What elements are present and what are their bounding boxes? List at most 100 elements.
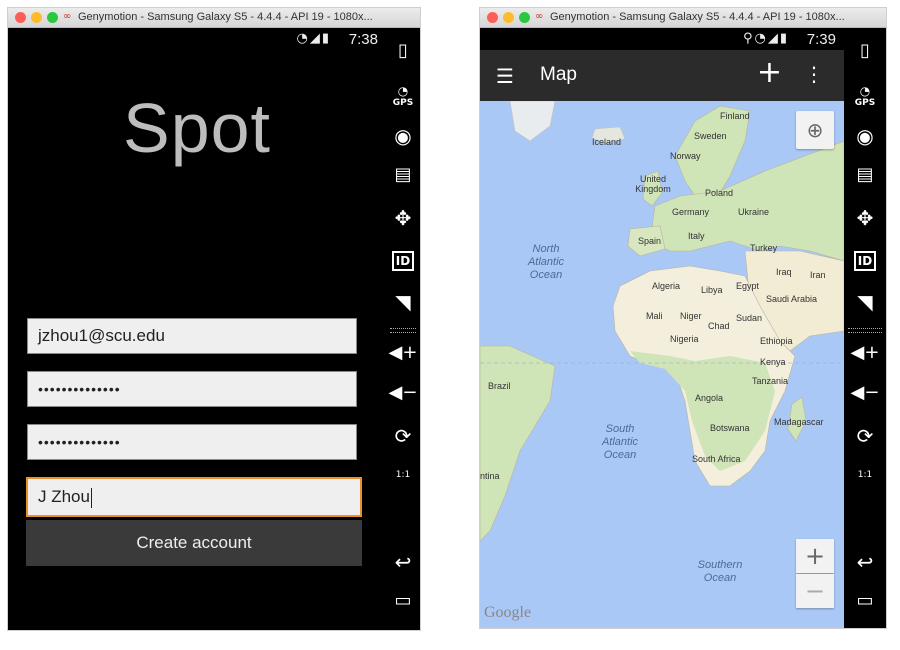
map-label: Spain xyxy=(638,236,662,246)
battery-icon[interactable]: ▯ xyxy=(386,40,420,61)
gps-label: GPS xyxy=(392,98,414,108)
map-label: Tanzania xyxy=(752,376,789,386)
map-label: Sudan xyxy=(736,313,763,323)
genymotion-sidebar: ▯ ◔ GPS ◉ ▤ ✥ ID ◥ ◀+ ◀− ⟳ 1:1 ↩ ▭ xyxy=(844,28,886,628)
webcam-icon[interactable]: ◉ xyxy=(386,124,420,148)
window-titlebar[interactable]: ∞ Genymotion - Samsung Galaxy S5 - 4.4.4… xyxy=(480,8,886,28)
emulator-window-right: ∞ Genymotion - Samsung Galaxy S5 - 4.4.4… xyxy=(480,8,886,628)
create-account-button[interactable]: Create account xyxy=(26,520,362,566)
map-label: Turkey xyxy=(750,243,778,253)
volume-up-icon[interactable]: ◀+ xyxy=(844,342,886,363)
status-time: 7:38 xyxy=(348,31,378,48)
zoom-in-icon[interactable]: + xyxy=(796,539,834,573)
recent-apps-icon[interactable]: ▭ xyxy=(844,590,886,611)
cast-icon[interactable]: ◥ xyxy=(386,290,420,314)
back-icon[interactable]: ↩ xyxy=(844,550,886,574)
battery-icon[interactable]: ▯ xyxy=(844,40,886,61)
map-label: Madagascar xyxy=(774,417,824,427)
zoom-window-button[interactable] xyxy=(47,12,58,23)
name-field[interactable]: J Zhou xyxy=(26,477,362,517)
pixel-perfect-icon[interactable]: 1:1 xyxy=(844,470,886,480)
rotate-icon[interactable]: ⟳ xyxy=(844,424,886,448)
zoom-window-button[interactable] xyxy=(519,12,530,23)
map-label: Ethiopia xyxy=(760,336,793,346)
rotate-icon[interactable]: ⟳ xyxy=(386,424,420,448)
map-view[interactable]: Finland Sweden Norway Iceland United Kin… xyxy=(480,101,844,628)
capture-icon[interactable]: ▤ xyxy=(386,164,420,185)
map-label: Egypt xyxy=(736,281,760,291)
status-time: 7:39 xyxy=(806,31,836,48)
map-label: Brazil xyxy=(488,381,511,391)
hamburger-menu-icon[interactable]: ☰ xyxy=(496,64,514,88)
back-icon[interactable]: ↩ xyxy=(386,550,420,574)
map-label: Niger xyxy=(680,311,702,321)
id-icon[interactable]: ID xyxy=(386,250,420,271)
webcam-icon[interactable]: ◉ xyxy=(844,124,886,148)
window-title: Genymotion - Samsung Galaxy S5 - 4.4.4 -… xyxy=(550,11,845,23)
sidebar-divider xyxy=(848,328,882,333)
email-field[interactable]: jzhou1@scu.edu xyxy=(27,318,357,354)
password-field[interactable]: •••••••••••••• xyxy=(27,371,357,407)
sidebar-divider xyxy=(390,328,416,333)
status-bar: ⚲◔◢▮ 7:39 xyxy=(480,28,844,50)
map-label: Norway xyxy=(670,151,701,161)
close-window-button[interactable] xyxy=(15,12,26,23)
dpad-icon[interactable]: ✥ xyxy=(844,206,886,230)
toolbar-title: Map xyxy=(540,64,577,85)
map-label: Nigeria xyxy=(670,334,699,344)
gps-icon[interactable]: ◔ GPS xyxy=(844,84,886,108)
google-logo: Google xyxy=(484,604,532,621)
map-label: Iraq xyxy=(776,267,792,277)
minimize-window-button[interactable] xyxy=(31,12,42,23)
volume-down-icon[interactable]: ◀− xyxy=(386,382,420,403)
confirm-password-field[interactable]: •••••••••••••• xyxy=(27,424,357,460)
volume-down-icon[interactable]: ◀− xyxy=(844,382,886,403)
recent-apps-icon[interactable]: ▭ xyxy=(386,590,420,611)
emulator-window-left: ∞ Genymotion - Samsung Galaxy S5 - 4.4.4… xyxy=(8,8,420,630)
gps-icon[interactable]: ◔ GPS xyxy=(386,84,420,108)
cast-icon[interactable]: ◥ xyxy=(844,290,886,314)
id-icon[interactable]: ID xyxy=(844,250,886,271)
map-label: ntina xyxy=(480,471,500,481)
device-screen: ⚲◔◢▮ 7:39 ☰ Map + ⋮ Finland Sweden Norwa… xyxy=(480,28,844,628)
status-bar: ◔◢▮ 7:38 xyxy=(8,28,386,50)
app-title: Spot xyxy=(123,89,271,167)
map-label: Iran xyxy=(810,270,826,280)
map-label: South Africa xyxy=(692,454,741,464)
map-label: Finland xyxy=(720,111,750,121)
close-window-button[interactable] xyxy=(487,12,498,23)
location-wifi-signal-icon: ⚲◔◢▮ xyxy=(742,31,789,46)
dpad-icon[interactable]: ✥ xyxy=(386,206,420,230)
pixel-label: 1:1 xyxy=(395,470,411,480)
window-title: Genymotion - Samsung Galaxy S5 - 4.4.4 -… xyxy=(78,11,373,23)
map-label: Saudi Arabia xyxy=(766,294,818,304)
map-label: Sweden xyxy=(694,131,727,141)
capture-icon[interactable]: ▤ xyxy=(844,164,886,185)
overflow-menu-icon[interactable]: ⋮ xyxy=(804,62,824,86)
ocean-label: North Atlantic Ocean xyxy=(527,243,565,281)
map-label: United Kingdom xyxy=(635,174,671,194)
genymotion-icon: ∞ xyxy=(63,11,72,22)
map-label: Kenya xyxy=(760,357,786,367)
map-label: Libya xyxy=(701,285,723,295)
action-bar: ☰ Map + ⋮ xyxy=(480,50,844,101)
map-label: Poland xyxy=(705,188,734,198)
map-label: Mali xyxy=(646,311,663,321)
text-caret xyxy=(90,487,92,508)
wifi-signal-icon: ◔◢▮ xyxy=(296,31,331,46)
window-titlebar[interactable]: ∞ Genymotion - Samsung Galaxy S5 - 4.4.4… xyxy=(8,8,420,28)
my-location-icon[interactable]: ⊕ xyxy=(796,111,834,149)
name-field-value: J Zhou xyxy=(38,487,90,506)
zoom-out-icon[interactable]: − xyxy=(796,574,834,608)
gps-label: GPS xyxy=(854,98,876,108)
ocean-label: Southern Ocean xyxy=(697,559,743,584)
map-label: Botswana xyxy=(710,423,750,433)
plus-icon[interactable]: + xyxy=(757,58,782,88)
map-label: Chad xyxy=(708,321,730,331)
minimize-window-button[interactable] xyxy=(503,12,514,23)
id-label: ID xyxy=(853,251,877,271)
pixel-perfect-icon[interactable]: 1:1 xyxy=(386,470,420,480)
ocean-label: South Atlantic Ocean xyxy=(601,423,639,461)
volume-up-icon[interactable]: ◀+ xyxy=(386,342,420,363)
map-label: Angola xyxy=(695,393,724,403)
